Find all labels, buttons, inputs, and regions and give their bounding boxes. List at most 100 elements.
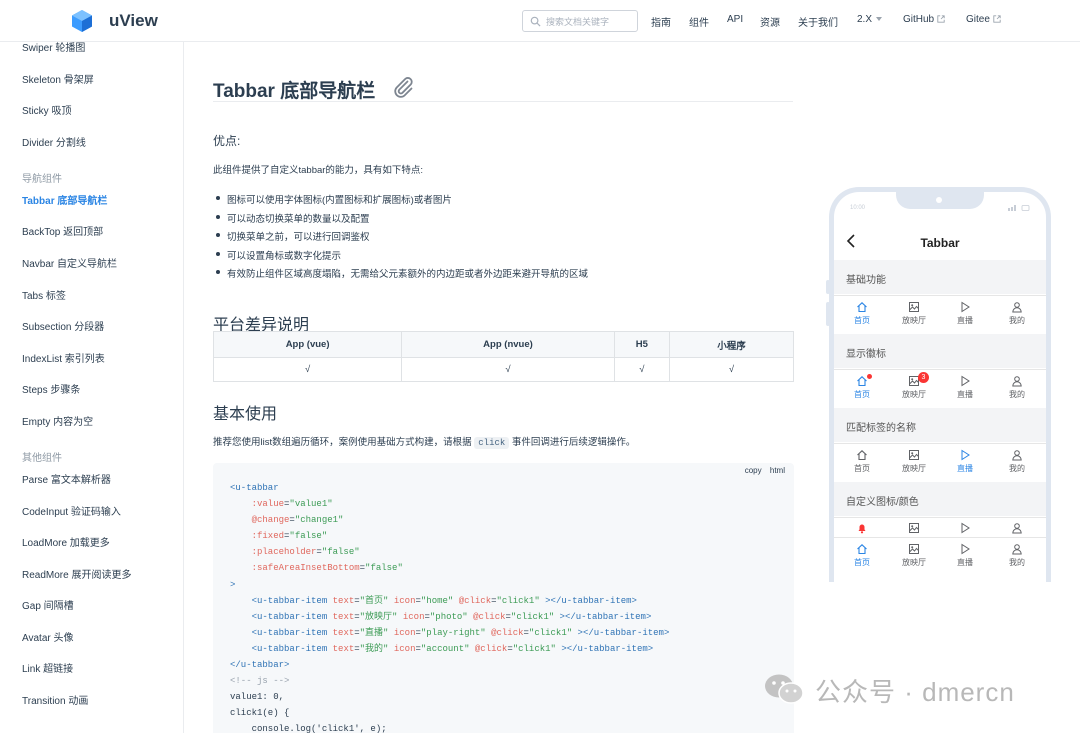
- phone-notch: [896, 192, 984, 209]
- sidebar-item-backtop[interactable]: BackTop 返回顶部: [22, 223, 103, 238]
- nav-gitee[interactable]: Gitee: [966, 14, 1001, 25]
- code-block[interactable]: copy html <u-tabbar :value="value1" @cha…: [213, 463, 794, 733]
- sidebar: Swiper 轮播图 Skeleton 骨架屏 Sticky 吸顶 Divide…: [0, 42, 184, 733]
- github-label: GitHub: [903, 14, 935, 25]
- section-label: 基础功能: [846, 275, 886, 286]
- sidebar-item-loadmore[interactable]: LoadMore 加载更多: [22, 534, 110, 549]
- list-item: 可以动态切换菜单的数量以及配置: [213, 211, 588, 230]
- demo-tabbar-badge: 首页 3 放映厅 直播 我的: [834, 369, 1046, 405]
- section-label: 匹配标签的名称: [846, 423, 916, 434]
- nav-resources[interactable]: 资源: [760, 14, 780, 29]
- sidebar-item-readmore[interactable]: ReadMore 展开阅读更多: [22, 566, 131, 581]
- phone-nav-title: Tabbar: [920, 236, 960, 250]
- photo-icon: [909, 450, 919, 460]
- home-icon: [857, 544, 867, 555]
- table-cell: √: [212, 357, 403, 382]
- top-navbar: uView 搜索文档关键字 指南 组件 API 资源 关于我们 2.X GitH…: [0, 0, 1080, 42]
- gitee-label: Gitee: [966, 14, 990, 25]
- demo-section-basic: 基础功能: [834, 260, 1046, 294]
- tab-home[interactable]: 首页: [837, 543, 887, 573]
- tab-home[interactable]: 首页: [837, 301, 887, 331]
- tab-label: 直播: [957, 464, 973, 473]
- sidebar-item-transition[interactable]: Transition 动画: [22, 692, 88, 707]
- tab-mine[interactable]: 我的: [992, 449, 1042, 479]
- nav-api[interactable]: API: [727, 14, 743, 25]
- tab-label: 我的: [1009, 464, 1025, 473]
- sidebar-item-navbar[interactable]: Navbar 自定义导航栏: [22, 255, 117, 270]
- desc-text: 事件回调进行后续逻辑操作。: [511, 437, 636, 448]
- brand-name[interactable]: uView: [109, 11, 158, 31]
- sidebar-item-sticky[interactable]: Sticky 吸顶: [22, 102, 71, 117]
- tab-home[interactable]: 首页: [837, 449, 887, 479]
- tab-mine[interactable]: 我的: [992, 375, 1042, 405]
- title-divider: [213, 101, 793, 102]
- feature-list: 图标可以使用字体图标(内置图标和扩展图标)或者图片 可以动态切换菜单的数量以及配…: [213, 192, 588, 285]
- code-content: <u-tabbar :value="value1" @change="chang…: [230, 483, 670, 733]
- list-item: 切换菜单之前，可以进行回调鉴权: [213, 229, 588, 248]
- chevron-down-icon: [876, 17, 883, 21]
- sidebar-item-steps[interactable]: Steps 步骤条: [22, 381, 80, 396]
- nav-github[interactable]: GitHub: [903, 14, 945, 25]
- copy-button[interactable]: copy: [745, 466, 762, 475]
- table-header-cell: App (vue): [212, 331, 403, 358]
- external-link-icon: [937, 15, 945, 23]
- demo-section-badge: 显示徽标: [834, 334, 1046, 368]
- tab-home[interactable]: 首页: [837, 374, 887, 405]
- play-icon: [961, 522, 970, 534]
- table-cell: √: [401, 357, 615, 382]
- tab-label: 首页: [854, 390, 870, 399]
- tab-live[interactable]: 直播: [940, 301, 990, 331]
- play-icon: [961, 375, 970, 387]
- phone-preview: 10:00 Tabbar 基础功能 首页 放映厅 直播 我的 显示徽标 首页 3…: [829, 187, 1051, 582]
- tab-mine[interactable]: 我的: [992, 543, 1042, 573]
- photo-icon: [909, 544, 919, 554]
- inline-code: click: [474, 437, 510, 449]
- basic-usage-desc: 推荐您使用list数组遍历循环，案例使用基础方式构建，请根据 click 事件回…: [213, 434, 635, 449]
- sidebar-item-indexlist[interactable]: IndexList 索引列表: [22, 350, 105, 365]
- tab-cinema[interactable]: 放映厅: [889, 301, 939, 331]
- tab-cinema[interactable]: 放映厅: [889, 543, 939, 573]
- uview-logo-icon[interactable]: [70, 9, 94, 33]
- desc-text: 推荐您使用list数组遍历循环，案例使用基础方式构建，请根据: [213, 437, 472, 448]
- nav-guide[interactable]: 指南: [651, 14, 671, 29]
- sidebar-item-link[interactable]: Link 超链接: [22, 660, 73, 675]
- tab-label: 直播: [957, 316, 973, 325]
- version-label: 2.X: [857, 14, 873, 25]
- tab-live[interactable]: 直播: [940, 375, 990, 405]
- version-dropdown[interactable]: 2.X: [857, 14, 883, 25]
- sidebar-item-codeinput[interactable]: CodeInput 验证码输入: [22, 503, 121, 518]
- intro-text: 此组件提供了自定义tabbar的能力，具有如下特点:: [213, 165, 424, 176]
- sidebar-item-parse[interactable]: Parse 富文本解析器: [22, 471, 111, 486]
- tab-cinema[interactable]: 放映厅: [889, 449, 939, 479]
- section-label: 自定义图标/颜色: [846, 497, 919, 508]
- sidebar-item-avatar[interactable]: Avatar 头像: [22, 629, 74, 644]
- external-link-icon: [993, 15, 1001, 23]
- tab-cinema[interactable]: 3 放映厅: [889, 372, 939, 405]
- tab-live[interactable]: 直播: [940, 449, 990, 479]
- paperclip-icon[interactable]: [391, 75, 415, 99]
- demo-tabbar-match-name: 首页 放映厅 直播 我的: [834, 443, 1046, 479]
- demo-tabbar-custom-icon: [834, 517, 1046, 537]
- platform-table: App (vue) App (nvue) H5 小程序 √ √ √ √: [212, 331, 794, 382]
- sidebar-item-swiper[interactable]: Swiper 轮播图: [22, 42, 85, 54]
- basic-usage-heading: 基本使用: [213, 406, 278, 423]
- sidebar-item-subsection[interactable]: Subsection 分段器: [22, 318, 104, 333]
- sidebar-item-divider[interactable]: Divider 分割线: [22, 134, 86, 149]
- nav-about[interactable]: 关于我们: [798, 14, 838, 29]
- sidebar-item-tabbar[interactable]: Tabbar 底部导航栏: [22, 192, 107, 207]
- table-header-cell: H5: [613, 331, 671, 358]
- play-icon: [961, 301, 970, 313]
- tab-live[interactable]: 直播: [940, 543, 990, 573]
- tab-mine[interactable]: 我的: [992, 301, 1042, 331]
- sidebar-item-empty[interactable]: Empty 内容为空: [22, 413, 93, 428]
- sidebar-item-gap[interactable]: Gap 间隔槽: [22, 597, 74, 612]
- status-icons: [1008, 205, 1030, 211]
- table-header-row: App (vue) App (nvue) H5 小程序: [212, 331, 794, 358]
- search-input[interactable]: 搜索文档关键字: [522, 10, 638, 32]
- sidebar-item-skeleton[interactable]: Skeleton 骨架屏: [22, 71, 94, 86]
- nav-components[interactable]: 组件: [689, 14, 709, 29]
- section-label: 显示徽标: [846, 349, 886, 360]
- table-row: √ √ √ √: [212, 357, 794, 382]
- code-toolbar: copy html: [739, 466, 785, 475]
- sidebar-item-tabs[interactable]: Tabs 标签: [22, 287, 66, 302]
